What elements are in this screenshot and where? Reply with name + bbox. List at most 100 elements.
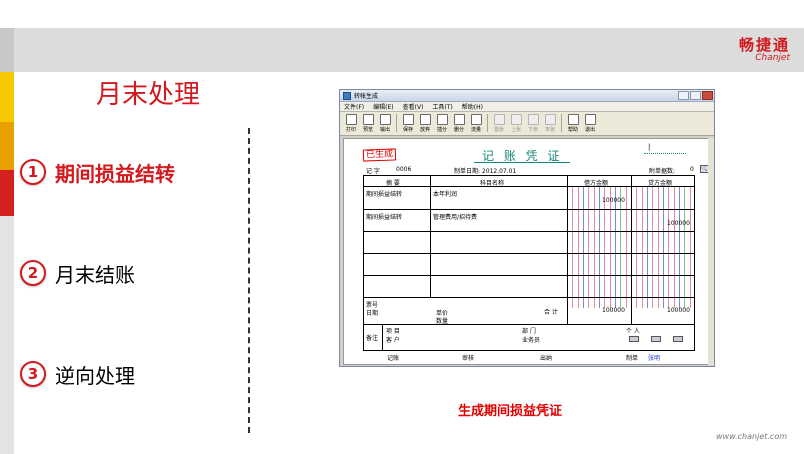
menu-help[interactable]: 帮助(H): [462, 102, 483, 111]
debit-amount-grid: [567, 186, 631, 308]
menu-file[interactable]: 文件(F): [344, 102, 364, 111]
dashed-divider: [248, 128, 250, 433]
total-debit: 100000: [602, 307, 625, 314]
amount-ruling-line: [647, 186, 648, 308]
amount-ruling-line: [658, 186, 659, 308]
color-strip-yellow: [0, 72, 14, 122]
amount-ruling-line: [679, 186, 680, 308]
attachments-value[interactable]: 0: [690, 166, 694, 173]
insert-row-icon: [436, 114, 448, 125]
voucher-date[interactable]: 制单日期: 2012.07.01: [454, 166, 516, 175]
row-divider: [364, 186, 694, 187]
insert-row-button[interactable]: 插分: [434, 114, 450, 133]
amount-ruling-line: [690, 186, 691, 308]
row1-account[interactable]: 本年利润: [433, 189, 457, 198]
menu-edit[interactable]: 编辑(E): [373, 102, 393, 111]
window-title-bar: 转帐生成: [340, 90, 714, 102]
amount-ruling-line: [626, 186, 627, 308]
chanjet-logo: 畅捷通 Chanjet: [700, 34, 790, 64]
customer-label: 客 户: [386, 337, 400, 344]
row2-credit[interactable]: 100000: [667, 220, 690, 227]
amount-ruling-line: [663, 186, 664, 308]
header-band: [0, 28, 804, 72]
color-strip-orange: [0, 122, 14, 170]
col-divider: [430, 176, 431, 297]
amount-ruling-line: [588, 186, 589, 308]
minimize-button[interactable]: [678, 91, 689, 100]
save-icon: [402, 114, 414, 125]
menu-item-label: 月末结账: [55, 262, 135, 287]
exit-icon: [584, 114, 596, 125]
number-badge: 3: [20, 361, 46, 387]
amount-ruling-line: [615, 186, 616, 308]
amount-ruling-line: [684, 186, 685, 308]
col-divider: [567, 176, 568, 324]
row-divider: [364, 209, 694, 210]
help-button[interactable]: 帮助: [565, 114, 581, 133]
export-button[interactable]: 输出: [377, 114, 393, 133]
vertical-scrollbar[interactable]: [708, 138, 714, 365]
col-divider: [382, 324, 383, 351]
department-label: 部 门: [522, 328, 536, 335]
amount-ruling-line: [674, 186, 675, 308]
menu-item-reverse-processing[interactable]: 3 逆向处理: [20, 359, 135, 389]
generated-stamp: 已生成: [362, 148, 397, 162]
amount-ruling-line: [642, 186, 643, 308]
print-button[interactable]: 打印: [343, 114, 359, 133]
amount-ruling-line: [668, 186, 669, 308]
attachments-label: 附单据数:: [649, 168, 676, 175]
date-label: 日期: [366, 310, 379, 317]
total-credit: 100000: [667, 307, 690, 314]
amount-ruling-line: [599, 186, 600, 308]
exit-button[interactable]: 退出: [582, 114, 598, 133]
site-url: www.chanjet.com: [716, 432, 788, 441]
card-icon[interactable]: [651, 336, 661, 342]
remark-label: 备注: [366, 335, 379, 342]
next-voucher-button[interactable]: 下张: [525, 114, 541, 133]
window-title: 转帐生成: [354, 93, 379, 100]
first-icon: [493, 114, 505, 125]
voucher-area: 已生成 记 账 凭 证 | 记 字 0006 制单日期: 2012.07.01 …: [343, 138, 709, 365]
row-divider: [364, 253, 694, 254]
close-button[interactable]: [702, 91, 713, 100]
row1-summary[interactable]: 期间损益结转: [366, 189, 402, 198]
last-voucher-button[interactable]: 末张: [542, 114, 558, 133]
preview-icon: [362, 114, 374, 125]
menu-item-month-end-close[interactable]: 2 月末结账: [20, 258, 135, 288]
row2-account[interactable]: 管理费用/招待费: [433, 212, 477, 221]
amount-ruling-line: [610, 186, 611, 308]
first-voucher-button[interactable]: 首张: [491, 114, 507, 133]
discard-button[interactable]: 放弃: [417, 114, 433, 133]
menu-bar: 文件(F) 编辑(E) 查看(V) 工具(T) 帮助(H): [340, 102, 714, 112]
card-icon[interactable]: [673, 336, 683, 342]
prev-voucher-button[interactable]: 上张: [508, 114, 524, 133]
row1-debit[interactable]: 100000: [602, 197, 625, 204]
row2-summary[interactable]: 期间损益结转: [366, 212, 402, 221]
maximize-button[interactable]: [690, 91, 701, 100]
card-icon[interactable]: [629, 336, 639, 342]
screenshot-caption: 生成期间损益凭证: [458, 404, 563, 419]
voucher-number[interactable]: 0006: [396, 166, 411, 173]
salesperson-label: 业务员: [522, 337, 541, 344]
amount-ruling-line: [604, 186, 605, 308]
toolbar-separator: [561, 114, 562, 132]
preview-button[interactable]: 预览: [360, 114, 376, 133]
cashflow-button[interactable]: 流量: [468, 114, 484, 133]
menu-tools[interactable]: 工具(T): [432, 102, 452, 111]
toolbar-separator: [487, 114, 488, 132]
title-underline: [474, 162, 570, 163]
person-label: 个 人: [626, 328, 640, 335]
amount-ruling-line: [578, 186, 579, 308]
menu-view[interactable]: 查看(V): [403, 102, 424, 111]
cashflow-icon: [470, 114, 482, 125]
amount-ruling-line: [620, 186, 621, 308]
credit-amount-grid: [631, 186, 695, 308]
transfer-generation-window: 转帐生成 文件(F) 编辑(E) 查看(V) 工具(T) 帮助(H) 打印 预览…: [339, 89, 715, 367]
menu-item-label: 期间损益结转: [55, 161, 175, 186]
save-button[interactable]: 保存: [400, 114, 416, 133]
auditor-label: 审核: [462, 355, 475, 362]
menu-item-period-pl-transfer[interactable]: 1 期间损益结转: [20, 157, 175, 187]
delete-row-button[interactable]: 删分: [451, 114, 467, 133]
amount-ruling-line: [583, 186, 584, 308]
quantity-label: 数量: [436, 318, 449, 325]
